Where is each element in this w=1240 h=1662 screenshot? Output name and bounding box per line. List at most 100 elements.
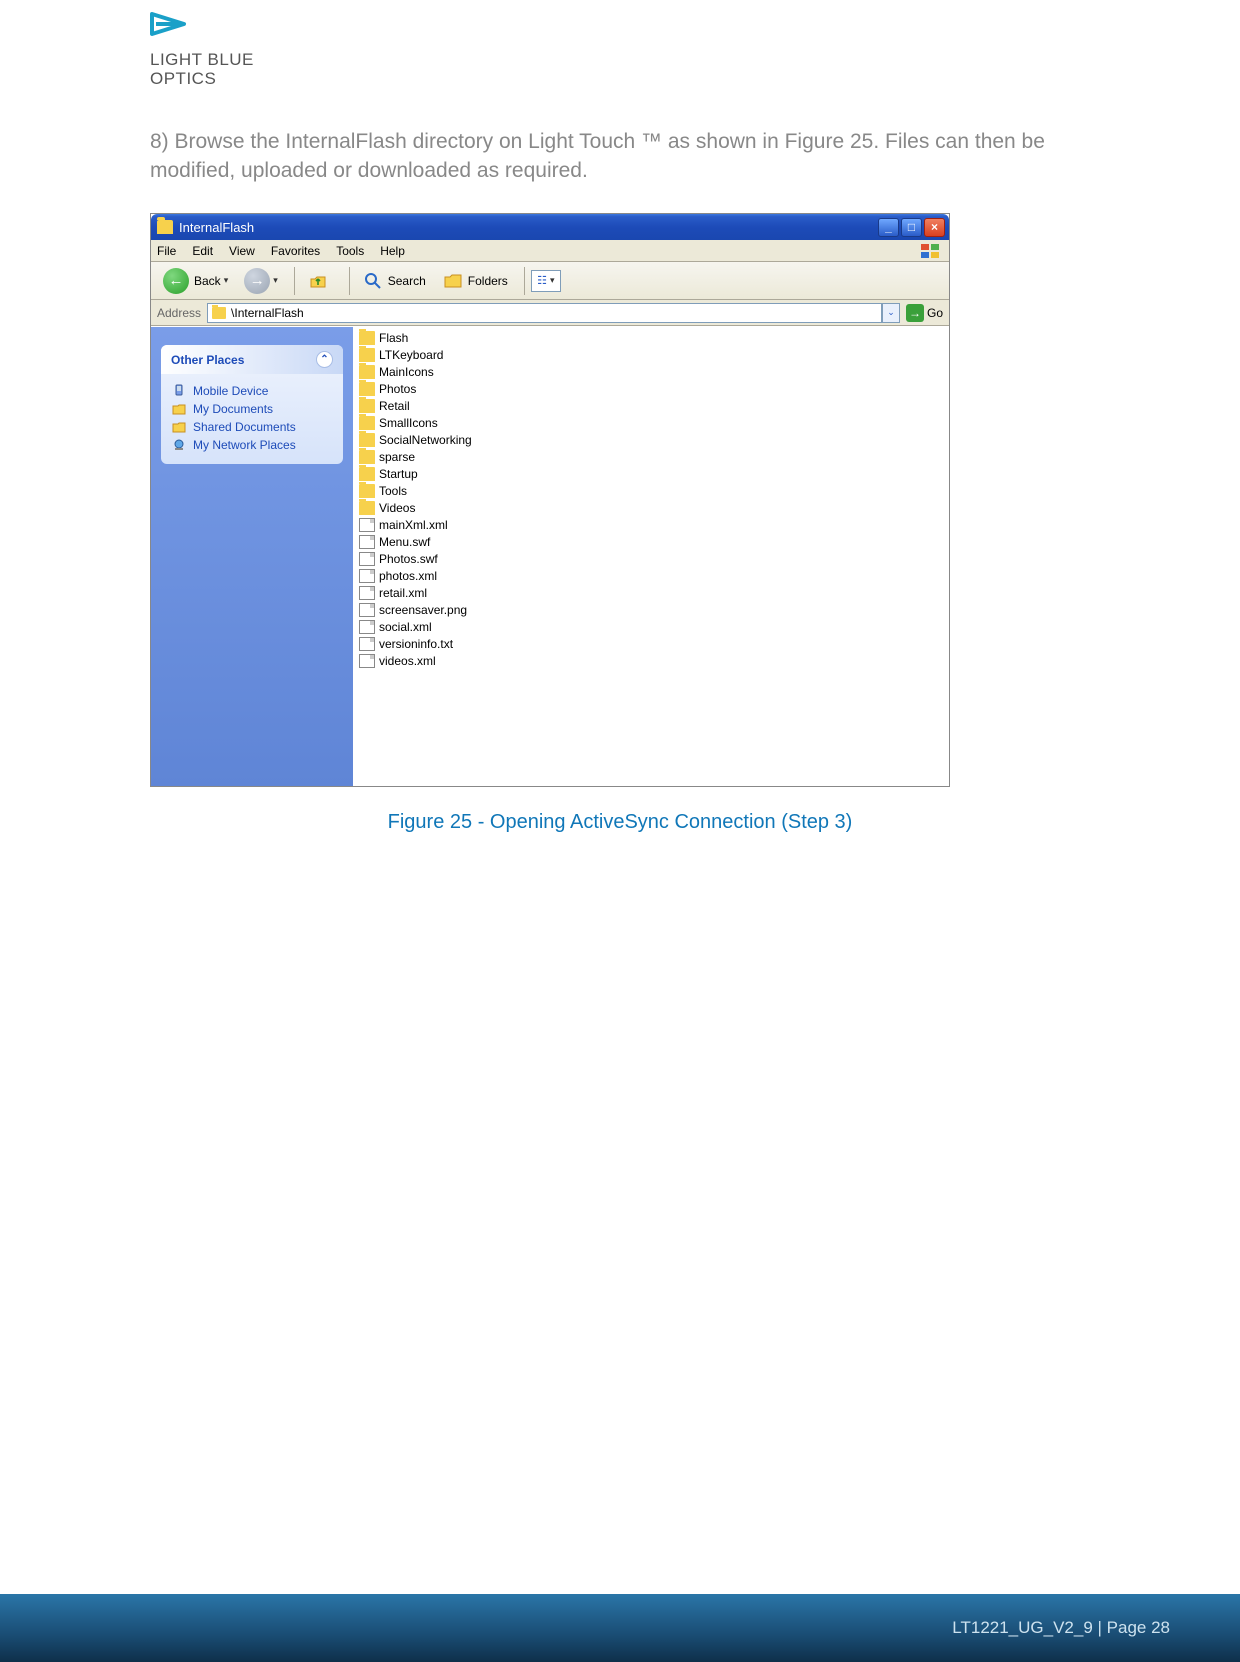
- menu-help[interactable]: Help: [380, 244, 405, 258]
- folder-icon: [359, 382, 375, 396]
- figure-caption: Figure 25 - Opening ActiveSync Connectio…: [150, 811, 1090, 834]
- toolbar-separator: [349, 267, 350, 295]
- folder-item[interactable]: LTKeyboard: [357, 346, 945, 363]
- back-button[interactable]: ← Back ▾: [157, 266, 234, 296]
- menu-view[interactable]: View: [229, 244, 255, 258]
- folder-item[interactable]: sparse: [357, 448, 945, 465]
- item-label: LTKeyboard: [379, 348, 443, 362]
- footer-text: LT1221_UG_V2_9 | Page 28: [952, 1618, 1170, 1638]
- logo-arrow-icon: [150, 10, 190, 42]
- folder-item[interactable]: Videos: [357, 499, 945, 516]
- go-label: Go: [927, 306, 943, 320]
- folder-icon: [359, 399, 375, 413]
- task-item-label: My Documents: [193, 402, 273, 416]
- figure-screenshot: InternalFlash _ □ × File Edit View Favor…: [150, 213, 950, 787]
- menu-edit[interactable]: Edit: [192, 244, 213, 258]
- file-item[interactable]: social.xml: [357, 618, 945, 635]
- item-label: versioninfo.txt: [379, 637, 453, 651]
- go-button[interactable]: → Go: [906, 304, 943, 322]
- file-icon: [359, 518, 375, 532]
- up-button[interactable]: [301, 268, 339, 294]
- menu-favorites[interactable]: Favorites: [271, 244, 320, 258]
- file-item[interactable]: mainXml.xml: [357, 516, 945, 533]
- item-label: social.xml: [379, 620, 432, 634]
- back-label: Back: [194, 274, 221, 288]
- folder-icon: [359, 331, 375, 345]
- file-item[interactable]: photos.xml: [357, 567, 945, 584]
- task-item-icon: [171, 420, 187, 434]
- item-label: SocialNetworking: [379, 433, 472, 447]
- item-label: Photos: [379, 382, 416, 396]
- menu-tools[interactable]: Tools: [336, 244, 364, 258]
- folders-button[interactable]: Folders: [436, 268, 514, 294]
- close-button[interactable]: ×: [924, 218, 945, 237]
- search-label: Search: [388, 274, 426, 288]
- folder-icon: [157, 220, 173, 234]
- file-item[interactable]: Photos.swf: [357, 550, 945, 567]
- window-title: InternalFlash: [179, 220, 254, 235]
- file-item[interactable]: videos.xml: [357, 652, 945, 669]
- item-label: Retail: [379, 399, 410, 413]
- task-item[interactable]: Shared Documents: [171, 418, 333, 436]
- item-label: photos.xml: [379, 569, 437, 583]
- chevron-down-icon: ▾: [550, 275, 555, 286]
- minimize-button[interactable]: _: [878, 218, 899, 237]
- page-footer: LT1221_UG_V2_9 | Page 28: [0, 1594, 1240, 1662]
- other-places-title: Other Places: [171, 353, 244, 367]
- folder-item[interactable]: Startup: [357, 465, 945, 482]
- file-icon: [359, 586, 375, 600]
- task-item[interactable]: Mobile Device: [171, 382, 333, 400]
- folder-item[interactable]: Tools: [357, 482, 945, 499]
- forward-button[interactable]: → ▾: [238, 266, 284, 296]
- task-item-icon: [171, 438, 187, 452]
- item-label: mainXml.xml: [379, 518, 448, 532]
- window-titlebar[interactable]: InternalFlash _ □ ×: [151, 214, 949, 240]
- other-places-header[interactable]: Other Places ⌃: [161, 345, 343, 374]
- address-dropdown[interactable]: ⌄: [882, 303, 900, 323]
- go-arrow-icon: →: [906, 304, 924, 322]
- folder-icon: [359, 365, 375, 379]
- views-icon: ☷: [537, 274, 547, 287]
- addressbar: Address \InternalFlash ⌄ → Go: [151, 300, 949, 326]
- file-item[interactable]: retail.xml: [357, 584, 945, 601]
- file-list[interactable]: Flash LTKeyboardMainIcons Photos RetailSmal…: [353, 327, 949, 786]
- file-icon: [359, 552, 375, 566]
- file-icon: [359, 535, 375, 549]
- folder-item[interactable]: MainIcons: [357, 363, 945, 380]
- windows-flag-icon: [919, 242, 943, 260]
- body-paragraph: 8) Browse the InternalFlash directory on…: [150, 128, 1090, 185]
- folder-item[interactable]: Flash: [357, 329, 945, 346]
- folder-item[interactable]: Photos: [357, 380, 945, 397]
- file-item[interactable]: screensaver.png: [357, 601, 945, 618]
- folder-item[interactable]: SmallIcons: [357, 414, 945, 431]
- folders-icon: [442, 270, 464, 292]
- folder-item[interactable]: Retail: [357, 397, 945, 414]
- menu-file[interactable]: File: [157, 244, 176, 258]
- address-input[interactable]: \InternalFlash: [207, 303, 882, 323]
- file-item[interactable]: versioninfo.txt: [357, 635, 945, 652]
- item-label: videos.xml: [379, 654, 436, 668]
- file-icon: [359, 569, 375, 583]
- task-item[interactable]: My Network Places: [171, 436, 333, 454]
- task-item-icon: [171, 384, 187, 398]
- item-label: Flash: [379, 331, 408, 345]
- other-places-panel: Other Places ⌃ Mobile Device My Documents…: [161, 345, 343, 464]
- address-label: Address: [157, 306, 201, 320]
- item-label: retail.xml: [379, 586, 427, 600]
- up-folder-icon: [307, 270, 329, 292]
- back-arrow-icon: ←: [163, 268, 189, 294]
- collapse-icon[interactable]: ⌃: [316, 351, 333, 368]
- folders-label: Folders: [468, 274, 508, 288]
- search-icon: [362, 270, 384, 292]
- logo-line2: OPTICS: [150, 69, 216, 88]
- logo-line1: LIGHT BLUE: [150, 50, 254, 69]
- folder-item[interactable]: SocialNetworking: [357, 431, 945, 448]
- item-label: Startup: [379, 467, 418, 481]
- toolbar: ← Back ▾ → ▾ Search: [151, 262, 949, 300]
- views-button[interactable]: ☷▾: [531, 270, 561, 292]
- maximize-button[interactable]: □: [901, 218, 922, 237]
- item-label: Tools: [379, 484, 407, 498]
- file-item[interactable]: Menu.swf: [357, 533, 945, 550]
- task-item[interactable]: My Documents: [171, 400, 333, 418]
- search-button[interactable]: Search: [356, 268, 432, 294]
